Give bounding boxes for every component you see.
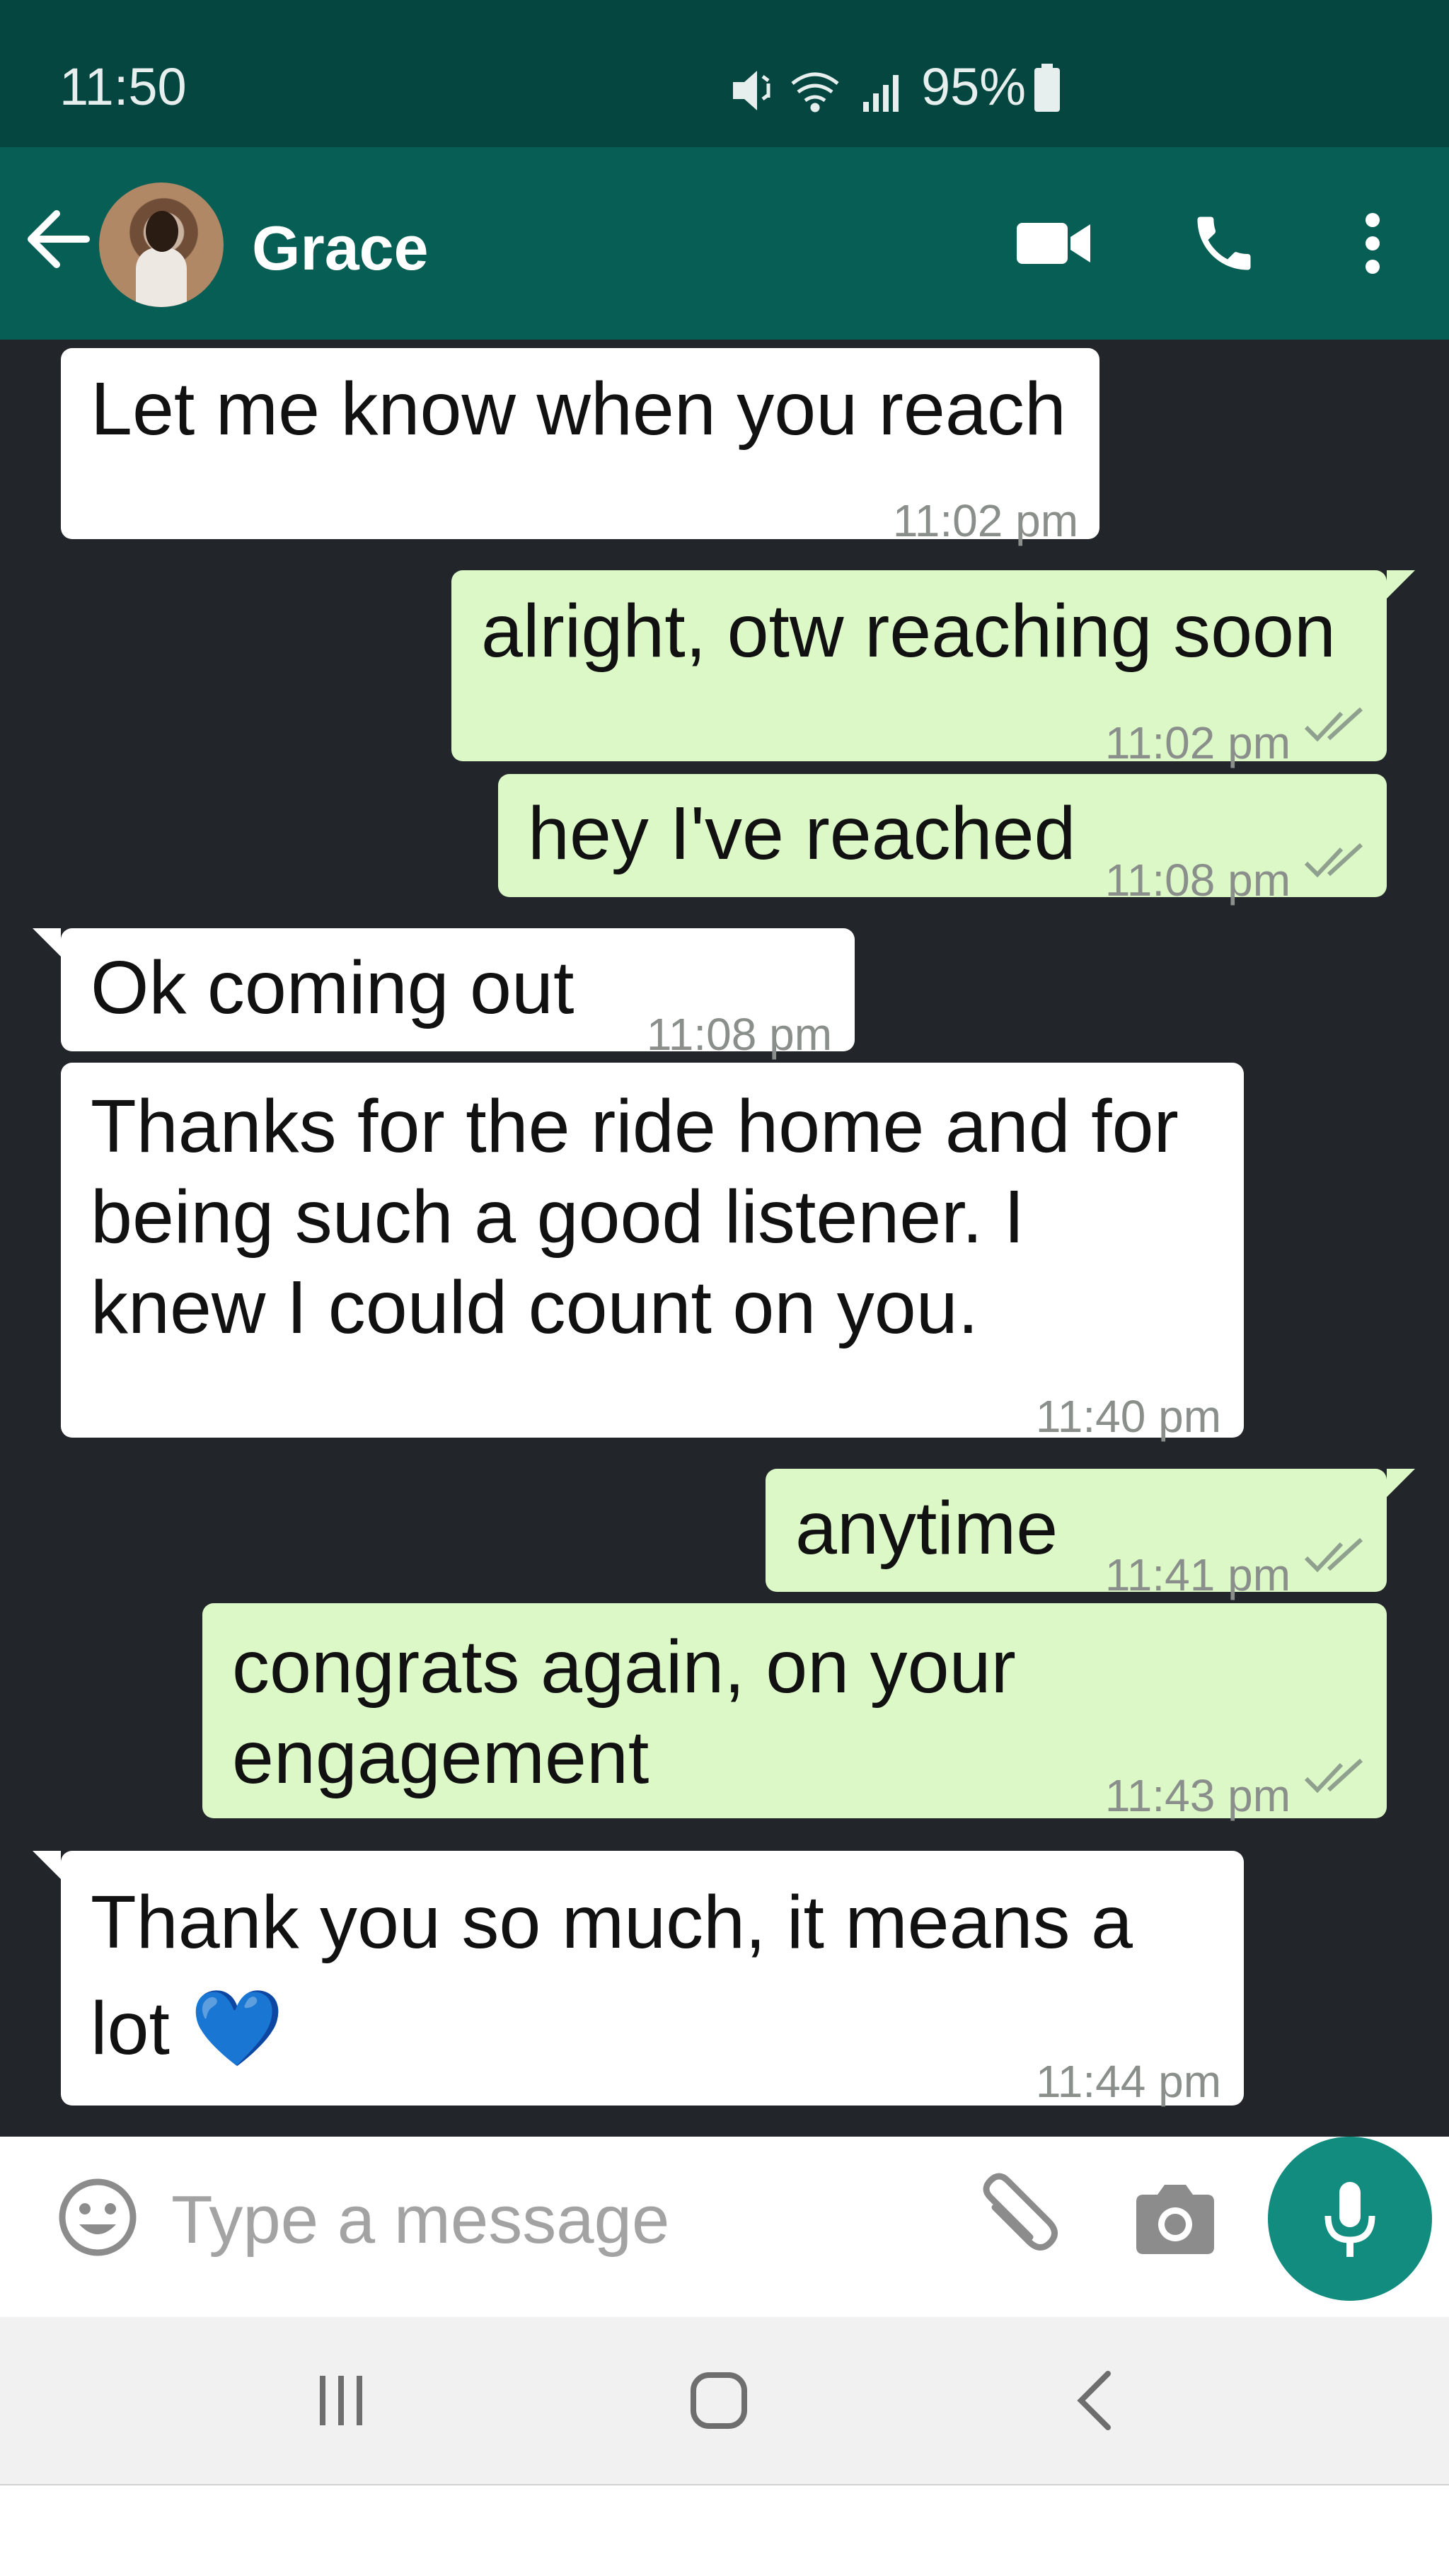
phone-icon	[1197, 216, 1251, 270]
paperclip-icon	[983, 2173, 1058, 2251]
message-bubble-incoming[interactable]: Thanks for the ride home and for being s…	[61, 1063, 1244, 1442]
message-time: 11:40 pm	[1035, 1391, 1221, 1442]
double-check-icon	[1304, 1758, 1363, 1794]
message-bubble-outgoing[interactable]: anytime 11:41 pm	[766, 1469, 1415, 1600]
message-time: 11:43 pm	[1104, 1770, 1291, 1821]
message-text: Thank you so much, it means a lot 💙	[91, 1881, 1133, 2070]
chat-area[interactable]: Let me know when you reach 11:02 pm alri…	[0, 340, 1449, 2137]
chevron-left-icon	[1077, 2371, 1111, 2430]
avatar[interactable]	[99, 183, 224, 307]
battery-icon	[1034, 64, 1060, 112]
message-text: alright, otw reaching soon	[481, 589, 1336, 673]
video-call-icon	[1017, 223, 1090, 264]
video-call-button[interactable]	[1005, 147, 1104, 340]
more-vert-icon	[1366, 213, 1380, 274]
signal-icon	[863, 75, 899, 112]
message-bubble-incoming[interactable]: Thank you so much, it means a lot 💙 11:4…	[33, 1851, 1244, 2107]
message-text: congrats again, on your engagement	[232, 1625, 1016, 1799]
camera-button[interactable]	[1129, 2173, 1221, 2265]
home-button[interactable]	[648, 2317, 790, 2484]
message-input[interactable]	[170, 2173, 944, 2267]
message-bubble-outgoing[interactable]: hey I've reached 11:08 pm	[498, 774, 1387, 906]
message-composer	[18, 2138, 1249, 2299]
attach-button[interactable]	[966, 2169, 1066, 2268]
message-time: 11:02 pm	[892, 495, 1078, 546]
recents-icon	[320, 2376, 362, 2425]
contact-name[interactable]: Grace	[252, 212, 429, 284]
double-check-icon	[1304, 843, 1363, 878]
nav-back-button[interactable]	[1024, 2317, 1166, 2484]
message-text: hey I've reached	[528, 792, 1076, 875]
home-icon	[691, 2372, 747, 2429]
double-check-icon	[1304, 1537, 1363, 1573]
mute-icon	[733, 71, 770, 110]
recents-button[interactable]	[271, 2317, 412, 2484]
microphone-icon	[1324, 2182, 1375, 2257]
message-text: Ok coming out	[91, 946, 575, 1029]
status-icons	[733, 71, 899, 112]
more-options-button[interactable]	[1341, 147, 1404, 340]
emoji-button[interactable]	[55, 2175, 140, 2260]
message-text: anytime	[795, 1486, 1058, 1570]
message-time: 11:44 pm	[1035, 2056, 1221, 2107]
navigation-bar	[0, 2317, 1449, 2485]
chat-header: Grace	[0, 147, 1449, 340]
message-bubble-outgoing[interactable]: alright, otw reaching soon 11:02 pm	[451, 570, 1415, 768]
battery-percentage: 95%	[921, 57, 1027, 116]
voice-message-button[interactable]	[1268, 2137, 1432, 2301]
voice-call-button[interactable]	[1174, 147, 1274, 340]
camera-icon	[1136, 2185, 1214, 2254]
message-text: Let me know when you reach	[91, 367, 1066, 451]
message-bubble-incoming[interactable]: Ok coming out 11:08 pm	[33, 928, 855, 1060]
emoji-icon	[59, 2178, 137, 2256]
message-text: Thanks for the ride home and for being s…	[91, 1085, 1179, 1349]
status-bar: 11:50 95%	[0, 0, 1449, 147]
status-time: 11:50	[59, 57, 187, 116]
double-check-icon	[1304, 707, 1363, 742]
back-button[interactable]	[21, 190, 99, 289]
wifi-icon	[791, 72, 839, 112]
message-time: 11:08 pm	[1104, 855, 1291, 906]
message-bubble-incoming[interactable]: Let me know when you reach 11:02 pm	[61, 348, 1099, 546]
back-arrow-icon	[28, 210, 90, 268]
message-bubble-outgoing[interactable]: congrats again, on your engagement 11:43…	[202, 1603, 1387, 1821]
